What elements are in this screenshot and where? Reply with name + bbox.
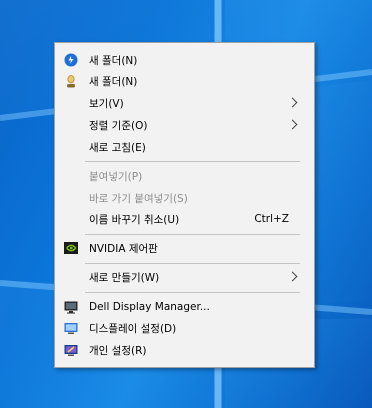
menu-item-display-settings[interactable]: 디스플레이 설정(D) [55,317,314,339]
menu-item-shortcut: Ctrl+Z [254,213,289,225]
monitor-icon [64,300,78,314]
menu-item-label: 새로 만들기(W) [89,271,160,284]
menu-item-sort-by[interactable]: 정렬 기준(O) [55,114,314,136]
menu-item-label: 이름 바꾸기 취소(U) [89,213,180,226]
chevron-right-icon [287,119,298,130]
menu-item-label: NVIDIA 제어판 [89,242,158,255]
menu-item-undo-rename[interactable]: 이름 바꾸기 취소(U) Ctrl+Z [55,208,314,230]
blue-circle-arrow-icon [64,53,78,67]
menu-item-label: 바로 가기 붙여넣기(S) [89,192,188,205]
menu-item-label: 디스플레이 설정(D) [89,322,177,335]
menu-item-paste-shortcut[interactable]: 바로 가기 붙여넣기(S) [55,187,314,209]
menu-item-nvidia-control-panel[interactable]: NVIDIA 제어판 [55,237,314,259]
person-icon [64,74,78,88]
menu-item-new-folder-2[interactable]: 새 폴더(N) [55,70,314,92]
menu-item-dell-display-manager[interactable]: Dell Display Manager... [55,296,314,318]
display-settings-icon [64,321,78,335]
menu-separator [85,161,300,162]
menu-separator [85,292,300,293]
menu-item-view[interactable]: 보기(V) [55,92,314,114]
chevron-right-icon [287,271,298,282]
personalize-icon [64,343,78,357]
menu-item-label: 정렬 기준(O) [89,119,148,132]
menu-separator [85,234,300,235]
menu-item-refresh[interactable]: 새로 고침(E) [55,136,314,158]
menu-item-label: 새 폴더(N) [89,54,138,67]
menu-item-label: 보기(V) [89,97,124,110]
menu-item-label: Dell Display Manager... [89,301,210,313]
menu-separator [85,263,300,264]
chevron-right-icon [287,97,298,108]
menu-item-new-folder[interactable]: 새 폴더(N) [55,49,314,71]
desktop-context-menu: 새 폴더(N) 새 폴더(N) 보기(V) 정렬 기준(O) 새로 고침(E) … [54,42,315,368]
menu-item-paste[interactable]: 붙여넣기(P) [55,165,314,187]
menu-item-label: 새 폴더(N) [89,75,138,88]
menu-item-label: 새로 고침(E) [89,141,146,154]
nvidia-icon [64,241,78,255]
menu-item-new[interactable]: 새로 만들기(W) [55,266,314,288]
menu-item-label: 개인 설정(R) [89,344,147,357]
menu-item-label: 붙여넣기(P) [89,170,143,183]
menu-item-personalize[interactable]: 개인 설정(R) [55,339,314,361]
